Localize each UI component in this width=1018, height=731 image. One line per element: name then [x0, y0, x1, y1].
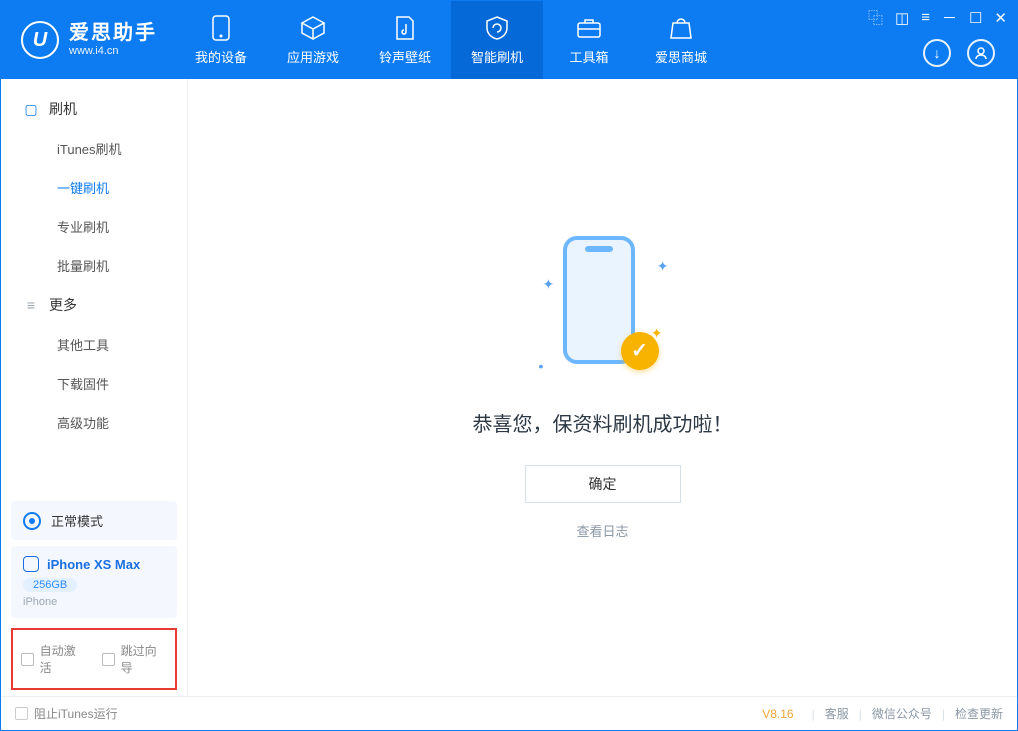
bag-icon — [668, 15, 694, 41]
sparkle-icon: ✦ — [651, 325, 663, 342]
device-type: iPhone — [23, 596, 165, 608]
block-itunes-checkbox[interactable]: 阻止iTunes运行 — [15, 705, 118, 722]
header-right-icons: ↓ — [923, 39, 995, 67]
footer-link-update[interactable]: 检查更新 — [955, 705, 1003, 722]
sidebar-item-oneclick-flash[interactable]: 一键刷机 — [1, 168, 187, 207]
sidebar-item-other-tools[interactable]: 其他工具 — [1, 325, 187, 364]
mode-dot-icon — [23, 512, 41, 530]
sidebar-cat-more: ≡更多 — [1, 285, 187, 325]
mode-label: 正常模式 — [51, 511, 103, 530]
device-capacity: 256GB — [23, 578, 77, 592]
tab-my-device[interactable]: 我的设备 — [175, 1, 267, 79]
skip-guide-checkbox[interactable]: 跳过向导 — [102, 642, 167, 676]
sidebar-item-itunes-flash[interactable]: iTunes刷机 — [1, 129, 187, 168]
header: U 爱思助手 www.i4.cn 我的设备 应用游戏 铃声壁纸 智能刷机 工具箱… — [1, 1, 1017, 79]
list-icon: ≡ — [23, 297, 39, 313]
tab-apps-games[interactable]: 应用游戏 — [267, 1, 359, 79]
success-message: 恭喜您，保资料刷机成功啦！ — [473, 408, 733, 437]
maximize-button[interactable]: ☐ — [969, 9, 982, 27]
tab-toolbox[interactable]: 工具箱 — [543, 1, 635, 79]
user-button[interactable] — [967, 39, 995, 67]
app-window: U 爱思助手 www.i4.cn 我的设备 应用游戏 铃声壁纸 智能刷机 工具箱… — [0, 0, 1018, 731]
device-card[interactable]: iPhone XS Max 256GB iPhone — [11, 546, 177, 618]
view-log-link[interactable]: 查看日志 — [576, 521, 628, 540]
toolbox-icon — [576, 15, 602, 41]
logo-icon: U — [21, 21, 59, 59]
body: ▢刷机 iTunes刷机 一键刷机 专业刷机 批量刷机 ≡更多 其他工具 下载固… — [1, 79, 1017, 696]
sidebar: ▢刷机 iTunes刷机 一键刷机 专业刷机 批量刷机 ≡更多 其他工具 下载固… — [1, 79, 188, 696]
sparkle-icon: • — [539, 358, 544, 374]
sidebar-bottom: 正常模式 iPhone XS Max 256GB iPhone 自动激活 跳过向… — [1, 495, 187, 696]
footer-link-wechat[interactable]: 微信公众号 — [872, 705, 932, 722]
footer: 阻止iTunes运行 V8.16 | 客服 | 微信公众号 | 检查更新 — [1, 696, 1017, 730]
sidebar-item-batch-flash[interactable]: 批量刷机 — [1, 246, 187, 285]
device-icon — [208, 15, 234, 41]
device-name: iPhone XS Max — [47, 557, 140, 572]
mode-card[interactable]: 正常模式 — [11, 501, 177, 540]
tab-smart-flash[interactable]: 智能刷机 — [451, 1, 543, 79]
version-label: V8.16 — [762, 707, 793, 721]
cube-icon — [300, 15, 326, 41]
music-file-icon — [392, 15, 418, 41]
app-name: 爱思助手 — [69, 22, 157, 45]
footer-link-support[interactable]: 客服 — [825, 705, 849, 722]
close-button[interactable]: ✕ — [994, 9, 1007, 27]
minimize-button[interactable]: － — [942, 7, 957, 28]
sidebar-item-pro-flash[interactable]: 专业刷机 — [1, 207, 187, 246]
auto-activate-checkbox[interactable]: 自动激活 — [21, 642, 86, 676]
success-illustration: ✓ ✦ ✦ • ✦ — [543, 236, 663, 386]
logo: U 爱思助手 www.i4.cn — [1, 1, 175, 79]
ok-button[interactable]: 确定 — [525, 465, 681, 503]
device-small-icon — [23, 556, 39, 572]
app-domain: www.i4.cn — [69, 45, 157, 58]
tab-store[interactable]: 爱思商城 — [635, 1, 727, 79]
sidebar-item-download-firmware[interactable]: 下载固件 — [1, 364, 187, 403]
menu-icon[interactable]: ≡ — [921, 9, 930, 26]
shirt-icon[interactable]: ⿻ — [868, 7, 883, 28]
window-controls: ⿻ ◫ ≡ － ☐ ✕ — [868, 7, 1007, 28]
tab-ringtones[interactable]: 铃声壁纸 — [359, 1, 451, 79]
options-row: 自动激活 跳过向导 — [11, 628, 177, 690]
panel-icon[interactable]: ◫ — [895, 9, 909, 27]
shield-refresh-icon — [484, 15, 510, 41]
sparkle-icon: ✦ — [543, 276, 555, 293]
sidebar-item-advanced[interactable]: 高级功能 — [1, 403, 187, 442]
phone-small-icon: ▢ — [23, 101, 39, 118]
download-button[interactable]: ↓ — [923, 39, 951, 67]
sidebar-cat-flash: ▢刷机 — [1, 89, 187, 129]
sparkle-icon: ✦ — [657, 258, 669, 275]
main-panel: ✓ ✦ ✦ • ✦ 恭喜您，保资料刷机成功啦！ 确定 查看日志 — [188, 79, 1017, 696]
